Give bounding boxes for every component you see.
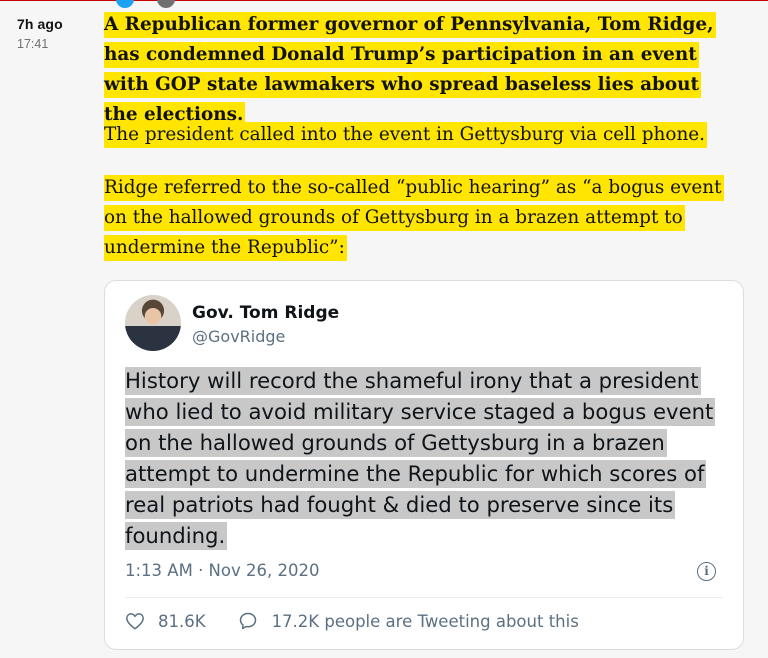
timestamp: 17:41 [17,37,49,51]
post-meta: 7h ago 17:41 [17,16,63,51]
tweet-author-name[interactable]: Gov. Tom Ridge [192,303,339,323]
conversation-button[interactable]: 17.2K people are Tweeting about this [238,611,579,631]
tweet-author-handle[interactable]: @GovRidge [192,327,285,346]
info-icon[interactable]: i [697,562,716,581]
embedded-tweet[interactable]: Gov. Tom Ridge @GovRidge History will re… [104,280,744,650]
paragraph-3-text: Ridge referred to the so-called “public … [104,175,724,261]
tweet-actions: 81.6K 17.2K people are Tweeting about th… [125,611,579,631]
paragraph-2-text: The president called into the event in G… [104,122,708,148]
avatar[interactable] [125,295,181,351]
lead-paragraph: A Republican former governor of Pennsylv… [104,10,734,130]
speech-bubble-icon [239,612,256,630]
tweet-text: History will record the shameful irony t… [125,365,725,551]
paragraph-2: The president called into the event in G… [104,120,708,150]
heart-outline-icon [126,613,144,630]
lead-text: A Republican former governor of Pennsylv… [104,12,716,128]
like-button[interactable]: 81.6K [125,612,206,631]
like-count: 81.6K [158,611,206,631]
talking-count: 17.2K people are Tweeting about this [271,611,579,631]
twitter-share-icon[interactable] [116,0,134,8]
divider [125,597,723,598]
tweet-date[interactable]: 1:13 AM · Nov 26, 2020 [125,561,319,580]
tweet-text-content: History will record the shameful irony t… [125,367,716,550]
share-icon[interactable] [157,0,175,8]
time-ago[interactable]: 7h ago [17,16,63,32]
paragraph-3: Ridge referred to the so-called “public … [104,173,734,263]
